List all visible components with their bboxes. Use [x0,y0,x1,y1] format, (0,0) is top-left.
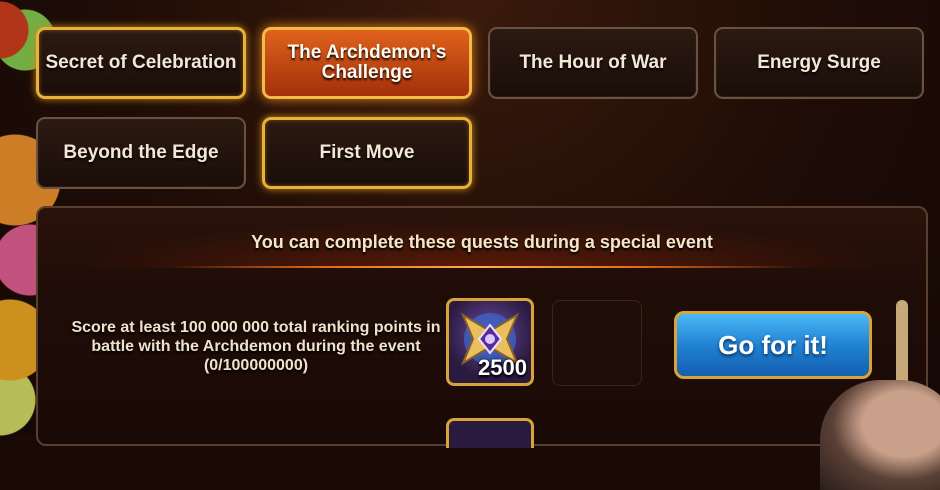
quest-panel: You can complete these quests during a s… [36,206,928,448]
tab-label: The Hour of War [519,52,667,73]
tab-first-move[interactable]: First Move [262,117,472,189]
tab-label: First Move [319,142,415,163]
reward-count: 2500 [478,355,527,380]
tab-secret-of-celebration[interactable]: Secret of Celebration [36,27,246,99]
reward-slot-empty [552,300,642,386]
tab-label: Secret of Celebration [45,52,237,73]
reward-slot[interactable]: 2500 [446,298,534,386]
panel-header: You can complete these quests during a s… [38,216,926,268]
tab-hour-of-war[interactable]: The Hour of War [488,27,698,99]
go-button-label: Go for it! [718,329,828,360]
next-reward-slot [446,418,534,448]
tab-label: Energy Surge [757,52,881,73]
panel-header-text: You can complete these quests during a s… [251,231,713,252]
tab-label: Beyond the Edge [63,142,219,163]
tab-archdemons-challenge[interactable]: The Archdemon's Challenge [262,27,472,99]
tab-label: The Archdemon's Challenge [287,42,447,83]
quest-description: Score at least 100 000 000 total ranking… [71,319,441,374]
tab-beyond-the-edge[interactable]: Beyond the Edge [36,117,246,189]
streamer-webcam [820,380,940,490]
tab-energy-surge[interactable]: Energy Surge [714,27,924,99]
go-for-it-button[interactable]: Go for it! [674,311,872,379]
